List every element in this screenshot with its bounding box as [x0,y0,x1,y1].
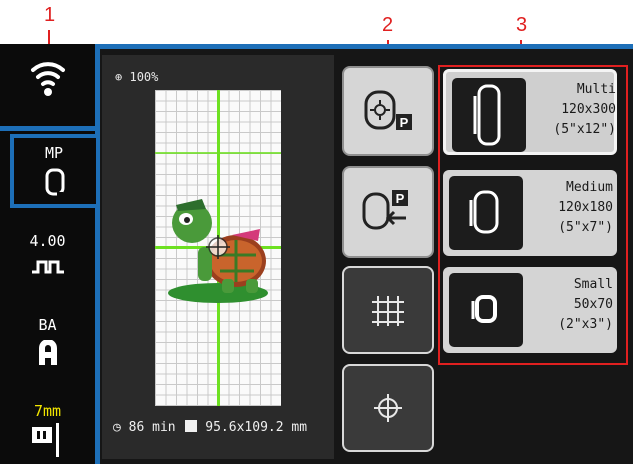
presser-foot-label: BA [38,316,57,334]
design-size: 95.6x109.2 mm [205,420,308,435]
callout-1: 1 [44,4,56,26]
svg-text:P: P [396,191,405,206]
hoop-mode-label: MP [44,144,64,162]
hoop-multi-icon [473,84,501,146]
sewing-time: 86 min [128,420,176,435]
zoom-value: 100% [129,70,159,84]
callout-2: 2 [382,14,394,36]
hoop-inches: (5"x7") [558,220,613,235]
callout-3: 3 [516,14,528,36]
presser-foot-icon[interactable] [0,339,95,370]
center-crosshair-icon [374,394,402,422]
hoop-position-button[interactable]: P [342,66,434,156]
hoop-mode-tile[interactable]: MP [10,134,96,208]
return-to-p-icon: P [362,190,408,230]
hoop-dims: 120x300 [561,102,616,117]
hoop-outline-icon [45,168,65,202]
frame-line [95,44,633,49]
hoop-dims: 50x70 [573,297,613,312]
svg-text:P: P [400,115,409,130]
hoop-small-text: Small 50x70 (2"x3") [529,275,613,335]
hoop-name: Small [573,277,613,292]
clock-icon: ◷ [113,420,121,435]
design-info-footer: ◷ 86 min 95.6x109.2 mm [113,420,307,435]
stitch-length-icon[interactable] [0,256,95,282]
hoop-option-medium[interactable]: Medium 120x180 (5"x7") [443,170,617,256]
size-icon [185,420,198,432]
grid-button[interactable] [342,266,434,354]
hoop-icon-box [449,273,523,347]
needle-width-value: 7mm [33,402,62,420]
hoop-position-p-icon: P [364,90,412,130]
hoop-option-multi[interactable]: Multi 120x300 (5"x12") [443,69,617,155]
crosshair-horizontal-top [155,152,281,154]
needle-plate-icon[interactable] [0,423,95,461]
hoop-icon-box [452,78,526,152]
hoop-option-small[interactable]: Small 50x70 (2"x3") [443,267,617,353]
hoop-medium-text: Medium 120x180 (5"x7") [529,178,613,238]
hoop-medium-icon [469,190,499,234]
grid-icon [372,296,404,326]
hoop-small-icon [471,295,497,323]
hoop-icon-box [449,176,523,250]
hoop-inches: (5"x12") [553,122,616,137]
hoop-name: Multi [576,82,616,97]
hoop-inches: (2"x3") [558,317,613,332]
zoom-indicator[interactable]: ⊕ 100% [115,70,158,84]
embroidery-design[interactable] [162,185,274,305]
hoop-multi-text: Multi 120x300 (5"x12") [532,80,616,140]
wifi-icon[interactable] [30,52,66,108]
hoop-name: Medium [566,180,613,195]
return-to-p-button[interactable]: P [342,166,434,258]
zoom-icon: ⊕ [115,70,123,84]
frame-line [95,44,100,464]
frame-line [0,126,95,131]
center-button[interactable] [342,364,434,452]
hoop-dims: 120x180 [558,200,613,215]
stitch-length-value: 4.00 [29,232,66,250]
